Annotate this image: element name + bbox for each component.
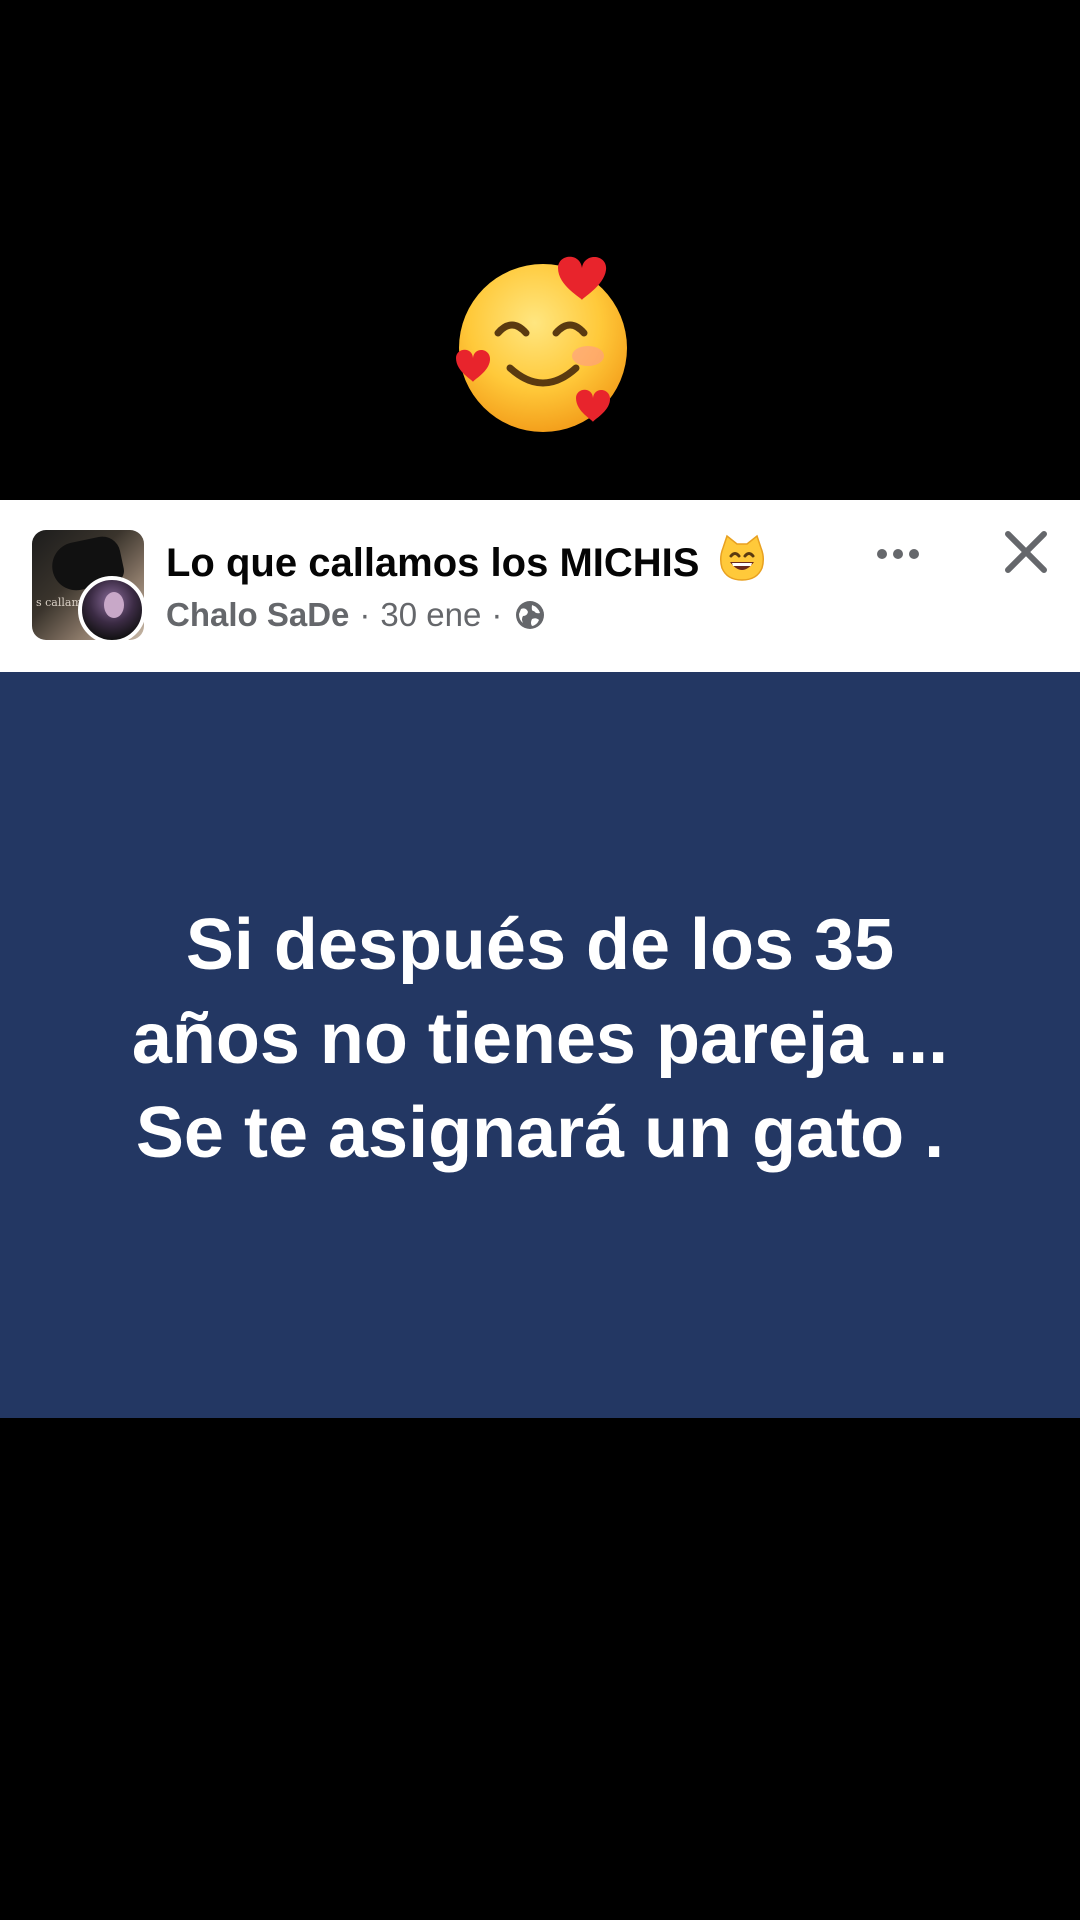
post-header: s callamos Lo que callamos los MICHIS Ch…: [0, 500, 1080, 672]
post-date[interactable]: 30 ene: [380, 592, 481, 638]
post-text: Si después de los 35 años no tienes pare…: [60, 898, 1020, 1180]
author-avatar[interactable]: [78, 576, 146, 644]
post-content: Si después de los 35 años no tienes pare…: [0, 672, 1080, 1418]
post-text-line: años no tienes pareja ...: [131, 999, 949, 1079]
post-meta: Chalo SaDe · 30 ene ·: [166, 592, 546, 638]
more-options-icon[interactable]: [870, 534, 926, 574]
grinning-cat-icon: [719, 534, 764, 581]
smiling-face-with-hearts-icon: [456, 256, 627, 432]
screen: s callamos Lo que callamos los MICHIS Ch…: [0, 0, 1080, 1920]
globe-icon: [516, 601, 545, 629]
avatar-group[interactable]: s callamos: [32, 530, 148, 644]
post-text-line: Se te asignará un gato .: [135, 1093, 945, 1173]
close-icon[interactable]: [998, 524, 1054, 580]
group-name[interactable]: Lo que callamos los MICHIS: [166, 534, 767, 587]
separator: ·: [359, 596, 371, 633]
author-name[interactable]: Chalo SaDe: [166, 592, 349, 638]
post-text-line: Si después de los 35: [185, 905, 895, 985]
separator: ·: [491, 596, 503, 633]
group-name-text[interactable]: Lo que callamos los MICHIS: [166, 541, 699, 585]
